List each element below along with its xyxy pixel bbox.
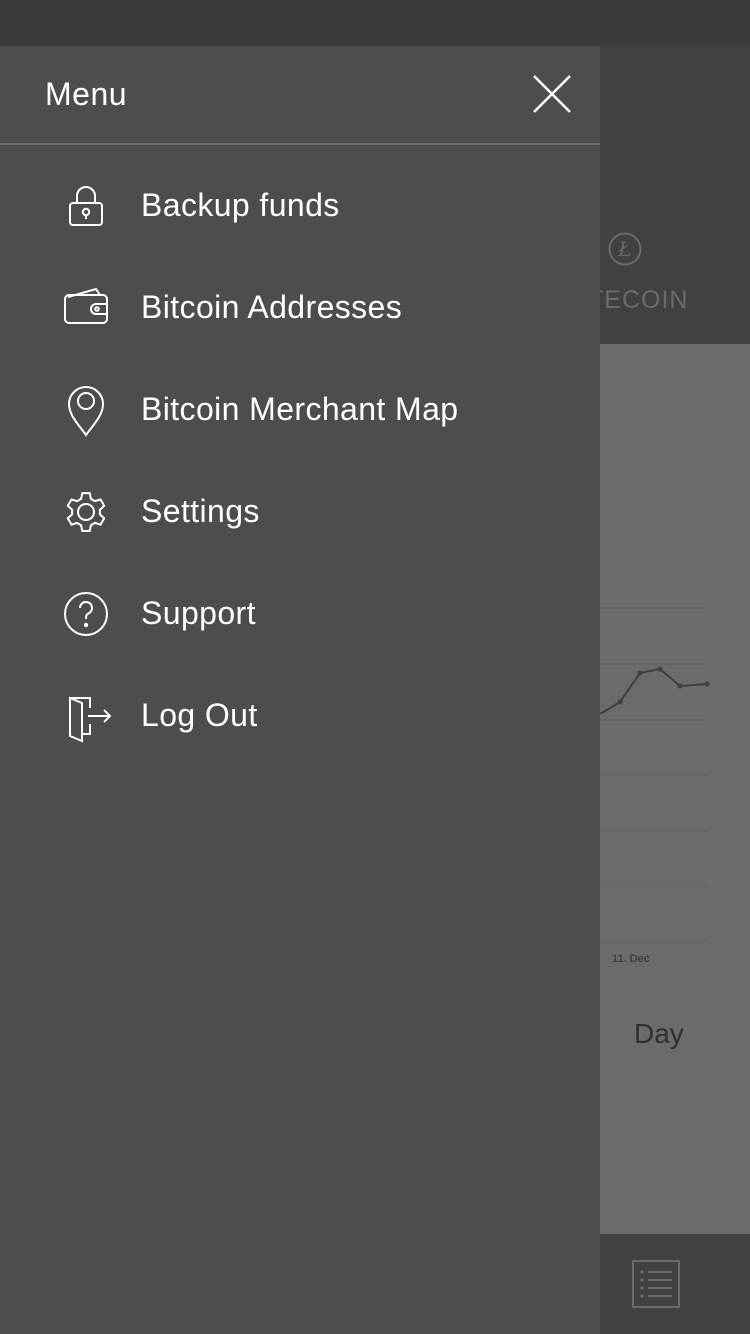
help-circle-icon	[64, 592, 108, 636]
menu-item-label: Settings	[141, 493, 260, 529]
gear-icon	[66, 492, 106, 532]
menu-item-label: Backup funds	[141, 187, 340, 223]
data-point	[657, 666, 663, 672]
range-selector-day[interactable]: Day	[634, 1018, 684, 1050]
x-tick-label: 11. Dec	[612, 953, 650, 965]
price-chart: 11. Dec	[600, 607, 710, 965]
wallet-icon	[64, 287, 108, 324]
menu-item-support[interactable]: Support	[0, 564, 600, 666]
lock-icon	[69, 186, 103, 226]
litecoin-icon: Ł	[608, 232, 642, 266]
data-point	[637, 670, 643, 676]
menu-item-label: Bitcoin Addresses	[141, 289, 403, 325]
menu-list: Backup funds Bitcoin Addresses Bitcoin M…	[0, 156, 600, 768]
price-line	[600, 667, 708, 715]
list-icon[interactable]	[632, 1260, 680, 1308]
menu-item-label: Support	[141, 595, 256, 631]
coin-symbol: Ł	[617, 237, 631, 261]
close-icon[interactable]	[526, 68, 578, 120]
data-point	[677, 683, 683, 689]
menu-item-settings[interactable]: Settings	[0, 462, 600, 564]
map-pin-icon	[67, 386, 105, 437]
tab-label: TECOIN	[588, 286, 689, 314]
data-point	[704, 681, 710, 687]
menu-item-label: Log Out	[141, 697, 258, 733]
drawer-header: Menu	[0, 46, 600, 145]
menu-item-log-out[interactable]: Log Out	[0, 666, 600, 768]
status-bar	[0, 0, 750, 46]
data-point	[617, 699, 623, 705]
drawer-title: Menu	[45, 76, 128, 112]
menu-item-label: Bitcoin Merchant Map	[141, 391, 459, 427]
menu-item-backup-funds[interactable]: Backup funds	[0, 156, 600, 258]
navigation-drawer: Menu Backup funds Bitcoin Addresses Bitc…	[0, 46, 600, 1334]
logout-icon	[69, 696, 112, 743]
menu-item-bitcoin-merchant-map[interactable]: Bitcoin Merchant Map	[0, 360, 600, 462]
menu-item-bitcoin-addresses[interactable]: Bitcoin Addresses	[0, 258, 600, 360]
